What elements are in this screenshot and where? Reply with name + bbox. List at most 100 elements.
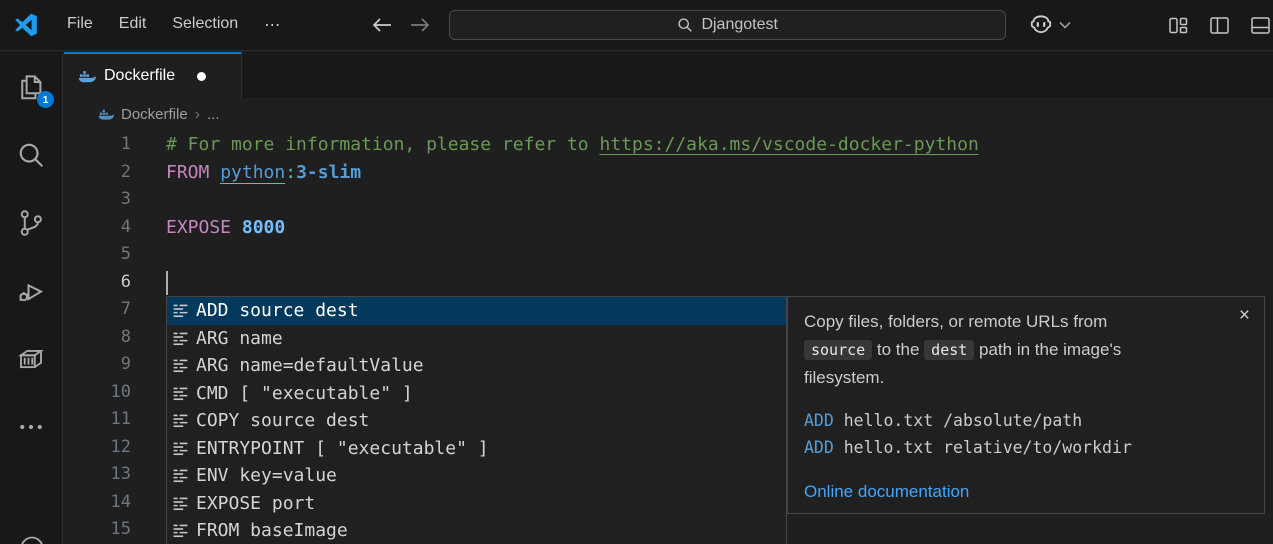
- line-number: 3: [64, 186, 131, 214]
- snippet-icon: [172, 522, 189, 539]
- toggle-panel-icon[interactable]: [1250, 15, 1271, 36]
- line-number: 15: [64, 516, 131, 544]
- suggestion-item[interactable]: FROM baseImage: [167, 517, 786, 544]
- search-value: Djangotest: [701, 16, 778, 34]
- breadcrumb-file[interactable]: Dockerfile: [121, 106, 188, 123]
- source-control-icon[interactable]: [16, 208, 46, 238]
- line-number: 9: [64, 351, 131, 379]
- breadcrumb-separator: ›: [195, 106, 200, 124]
- line-number: 6: [64, 269, 131, 297]
- inline-code: dest: [924, 340, 974, 360]
- activity-bar: 1: [0, 52, 63, 544]
- suggestion-item[interactable]: ADD source dest: [167, 297, 786, 325]
- line-content: [131, 269, 166, 297]
- tab-bar: Dockerfile: [64, 52, 1273, 98]
- code-line-2: 2FROM python:3-slim: [64, 159, 1273, 187]
- breadcrumb-more[interactable]: ...: [207, 106, 220, 123]
- snippet-icon: [172, 467, 189, 484]
- line-number: 13: [64, 461, 131, 489]
- history-nav: [371, 15, 431, 35]
- line-content: [131, 241, 166, 269]
- suggestion-label: EXPOSE port: [196, 493, 315, 514]
- toggle-sidebar-icon[interactable]: [1209, 15, 1230, 36]
- layout-controls: [1168, 15, 1271, 36]
- suggestion-item[interactable]: ARG name=defaultValue: [167, 352, 786, 380]
- menu-selection[interactable]: Selection: [159, 10, 251, 40]
- menu-bar: File Edit Selection ⋯: [54, 10, 293, 40]
- line-content: [131, 406, 166, 434]
- line-number: 10: [64, 379, 131, 407]
- suggest-widget: ADD source destARG nameARG name=defaultV…: [166, 296, 787, 544]
- line-content: EXPOSE 8000: [131, 214, 285, 242]
- line-number: 14: [64, 489, 131, 517]
- suggestion-item[interactable]: COPY source dest: [167, 407, 786, 435]
- code-line-5: 5: [64, 241, 1273, 269]
- menu-more[interactable]: ⋯: [251, 10, 293, 40]
- snippet-icon: [172, 357, 189, 374]
- online-documentation-link[interactable]: Online documentation: [804, 482, 969, 502]
- suggestion-label: CMD [ "executable" ]: [196, 383, 413, 404]
- back-arrow-icon[interactable]: [371, 15, 393, 35]
- breadcrumb: Dockerfile › ...: [64, 98, 1273, 131]
- line-number: 11: [64, 406, 131, 434]
- vscode-window: File Edit Selection ⋯ Djangotest: [0, 0, 1273, 544]
- line-number: 5: [64, 241, 131, 269]
- search-view-icon[interactable]: [16, 140, 46, 170]
- suggestion-item[interactable]: ENV key=value: [167, 462, 786, 490]
- suggestion-item[interactable]: CMD [ "executable" ]: [167, 380, 786, 408]
- code-line-6: 6: [64, 269, 1273, 297]
- code-line-4: 4EXPOSE 8000: [64, 214, 1273, 242]
- snippet-icon: [172, 302, 189, 319]
- suggestion-label: FROM baseImage: [196, 520, 348, 541]
- menu-edit[interactable]: Edit: [106, 10, 160, 40]
- suggestion-label: ENV key=value: [196, 465, 337, 486]
- suggestion-item[interactable]: ARG name: [167, 325, 786, 353]
- more-views-icon[interactable]: [16, 412, 46, 442]
- customize-layout-icon[interactable]: [1168, 15, 1189, 36]
- search-box[interactable]: Djangotest: [449, 10, 1006, 40]
- line-content: [131, 351, 166, 379]
- snippet-icon: [172, 330, 189, 347]
- tab-dockerfile[interactable]: Dockerfile: [64, 52, 242, 98]
- menu-file[interactable]: File: [54, 10, 106, 40]
- close-icon[interactable]: ×: [1239, 305, 1250, 327]
- dirty-indicator[interactable]: [197, 72, 206, 81]
- line-content: [131, 186, 166, 214]
- line-number: 7: [64, 296, 131, 324]
- snippet-icon: [172, 412, 189, 429]
- suggestion-label: COPY source dest: [196, 410, 369, 431]
- line-number: 1: [64, 131, 131, 159]
- suggestion-label: ARG name=defaultValue: [196, 355, 424, 376]
- docker-whale-icon: [78, 69, 96, 84]
- docker-whale-icon: [98, 108, 114, 121]
- line-number: 8: [64, 324, 131, 352]
- example-line: ADD hello.txt relative/to/workdir: [804, 434, 1248, 461]
- example-line: ADD hello.txt /absolute/path: [804, 407, 1248, 434]
- suggestion-item[interactable]: EXPOSE port: [167, 490, 786, 518]
- suggestion-item[interactable]: ENTRYPOINT [ "executable" ]: [167, 435, 786, 463]
- line-content: [131, 434, 166, 462]
- forward-arrow-icon[interactable]: [409, 15, 431, 35]
- account-icon[interactable]: [18, 534, 46, 544]
- line-content: FROM python:3-slim: [131, 159, 361, 187]
- line-number: 4: [64, 214, 131, 242]
- snippet-icon: [172, 440, 189, 457]
- line-content: [131, 379, 166, 407]
- line-number: 2: [64, 159, 131, 187]
- vscode-logo-icon: [14, 13, 38, 37]
- line-content: [131, 516, 166, 544]
- explorer-icon[interactable]: 1: [16, 72, 46, 102]
- line-content: [131, 461, 166, 489]
- line-content: [131, 324, 166, 352]
- docker-view-icon[interactable]: [16, 344, 46, 374]
- line-number: 12: [64, 434, 131, 462]
- suggestion-label: ENTRYPOINT [ "executable" ]: [196, 438, 489, 459]
- explorer-badge: 1: [37, 91, 54, 108]
- chevron-down-icon: [1059, 21, 1071, 29]
- run-debug-icon[interactable]: [16, 276, 46, 306]
- docs-examples: ADD hello.txt /absolute/pathADD hello.tx…: [804, 407, 1248, 461]
- code-line-1: 1# For more information, please refer to…: [64, 131, 1273, 159]
- code-line-3: 3: [64, 186, 1273, 214]
- copilot-button[interactable]: [1028, 12, 1071, 38]
- docs-description: Copy files, folders, or remote URLs from…: [804, 308, 1248, 392]
